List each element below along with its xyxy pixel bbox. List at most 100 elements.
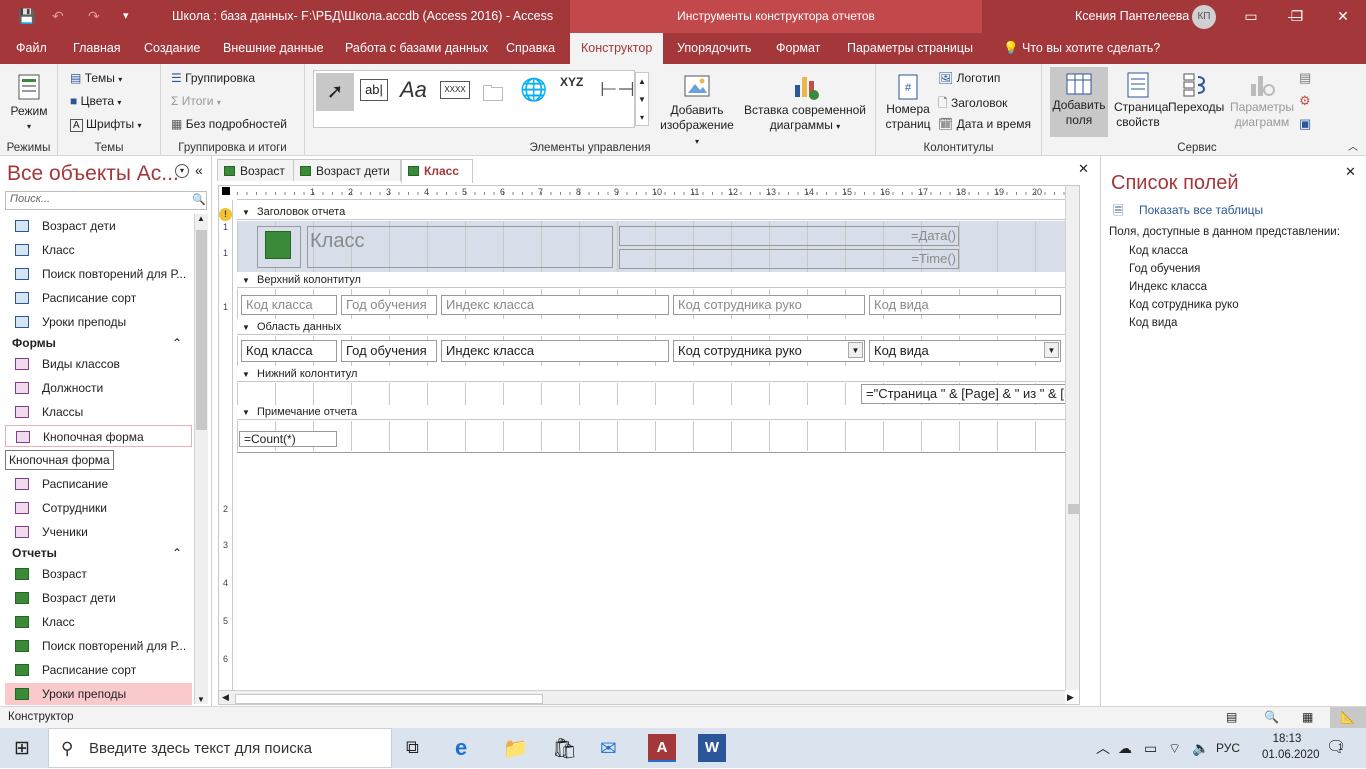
title-button[interactable]: 🗋 Заголовок — [938, 94, 1007, 115]
windows-start-icon[interactable]: ⊞ — [14, 737, 30, 760]
close-document-icon[interactable]: ✕ — [1078, 161, 1089, 177]
design-view-icon[interactable]: 📐 — [1330, 707, 1366, 728]
label-kod-klassa[interactable]: Код класса — [241, 295, 337, 315]
task-view-icon[interactable]: ⧉ — [406, 737, 419, 758]
hyperlink-control-icon[interactable]: 🌐 — [520, 77, 547, 103]
tab-database-tools[interactable]: Работа с базами данных — [337, 33, 496, 64]
section-detail[interactable]: Область данных — [237, 320, 1079, 335]
taskbar-search-input[interactable]: ⚲ Введите здесь текст для поиска — [48, 728, 392, 768]
nav-search-input[interactable]: Поиск... — [5, 191, 207, 210]
redo-icon[interactable]: ↷ — [88, 0, 100, 33]
nav-scrollbar[interactable]: ▲ ▼ — [194, 214, 208, 704]
avatar[interactable]: КП — [1192, 5, 1216, 29]
field-god-obucheniya[interactable]: Год обучения — [341, 340, 437, 362]
clock[interactable]: 18:13 01.06.2020 — [1262, 731, 1320, 763]
tab-help[interactable]: Справка — [498, 33, 563, 64]
section-report-footer[interactable]: Примечание отчета — [237, 405, 1079, 420]
list-item[interactable]: Год обучения — [1129, 263, 1200, 275]
design-h-scrollbar[interactable]: ◀ ▶ — [219, 690, 1074, 704]
section-page-footer[interactable]: Нижний колонтитул — [237, 367, 1079, 382]
count-field[interactable]: =Count(*) — [239, 431, 337, 447]
scroll-thumb[interactable] — [196, 230, 207, 430]
modern-chart-button[interactable]: Вставка современной диаграммы ▾ — [743, 71, 867, 134]
textbox-control-icon[interactable]: ab| — [360, 79, 388, 101]
collapse-ribbon-icon[interactable]: ︿ — [1348, 138, 1358, 153]
nav-pane-title[interactable]: Все объекты Ac... — [7, 162, 179, 186]
tab-external-data[interactable]: Внешние данные — [215, 33, 332, 64]
group-sort-button[interactable]: ☰ Группировка — [171, 71, 255, 85]
web-browser-control-icon[interactable]: XYZ — [560, 75, 583, 89]
tab-control-icon[interactable]: 🗀 — [482, 77, 504, 115]
scroll-down-icon[interactable]: ▼ — [197, 695, 205, 704]
list-item[interactable]: Кнопочная форма — [5, 425, 192, 447]
shutter-bar-icon[interactable]: « — [195, 162, 203, 178]
report-title[interactable]: Класс — [307, 226, 613, 268]
list-item[interactable]: Код сотрудника руко — [1129, 299, 1239, 311]
label-control-icon[interactable]: Aa — [400, 77, 427, 103]
tell-me-search[interactable]: Что вы хотите сделать? — [1014, 33, 1168, 64]
list-item[interactable]: Уроки преподы — [5, 311, 192, 333]
subform-icon[interactable]: ▤ — [1299, 70, 1311, 86]
tab-home[interactable]: Главная — [65, 33, 129, 64]
list-item[interactable]: Классы — [5, 401, 192, 423]
combo-kod-sotrudnika[interactable]: Код сотрудника руко ▼ — [673, 340, 865, 362]
nav-menu-icon[interactable]: ▾ — [175, 164, 189, 178]
volume-icon[interactable]: 🔈 — [1192, 728, 1209, 768]
print-preview-icon[interactable]: 🔍 — [1264, 707, 1279, 727]
tab-page-setup[interactable]: Параметры страницы — [839, 33, 981, 64]
tab-design[interactable]: Конструктор — [570, 33, 664, 64]
word-app-icon[interactable]: W — [698, 734, 726, 762]
view-button[interactable]: Режим ▾ — [9, 72, 49, 132]
list-item[interactable]: Расписание сорт — [5, 287, 192, 309]
save-icon[interactable]: 💾 — [18, 0, 35, 33]
gallery-scroll-icon[interactable]: ▲ ▼ ▾ — [635, 72, 649, 126]
tab-order-button[interactable]: Переходы — [1168, 72, 1224, 114]
list-item[interactable]: Поиск повторений для Р... — [5, 263, 192, 285]
restore-icon[interactable]: ❐ — [1274, 0, 1320, 33]
warning-icon[interactable]: ! — [219, 208, 232, 221]
doc-tab-klass[interactable]: Класс — [401, 159, 473, 183]
add-image-button[interactable]: Добавить изображение ▾ — [657, 71, 737, 149]
list-item[interactable]: Уроки преподы — [5, 683, 192, 705]
scroll-up-icon[interactable]: ▲ — [197, 214, 205, 223]
report-selector[interactable] — [222, 187, 230, 195]
field-kod-klassa[interactable]: Код класса — [241, 340, 337, 362]
label-kod-vida[interactable]: Код вида — [869, 295, 1061, 315]
hide-details-button[interactable]: ▦ Без подробностей — [171, 117, 287, 131]
list-item[interactable]: Возраст дети — [5, 587, 192, 609]
scroll-left-icon[interactable]: ◀ — [222, 692, 229, 703]
time-field[interactable]: =Time() — [619, 249, 959, 269]
close-icon[interactable]: ✕ — [1320, 0, 1366, 33]
notifications-icon[interactable]: 🗨 — [1326, 728, 1346, 768]
section-report-header[interactable]: Заголовок отчета — [237, 205, 1079, 220]
colors-button[interactable]: ■ Цвета ▾ — [70, 94, 121, 108]
list-item[interactable]: Должности — [5, 377, 192, 399]
nav-section-reports[interactable]: Отчеты ⌃ — [12, 546, 182, 560]
page-numbers-button[interactable]: # Номера страниц — [884, 74, 932, 132]
date-field[interactable]: =Дата() — [619, 226, 959, 246]
list-item[interactable]: Возраст — [5, 563, 192, 585]
show-all-tables-link[interactable]: Показать все таблицы — [1139, 203, 1263, 217]
date-time-button[interactable]: 🗓 Дата и время — [938, 117, 1031, 131]
list-item[interactable]: Индекс класса — [1129, 281, 1207, 293]
field-indeks-klassa[interactable]: Индекс класса — [441, 340, 669, 362]
tab-arrange[interactable]: Упорядочить — [669, 33, 759, 64]
combo-kod-vida[interactable]: Код вида ▼ — [869, 340, 1061, 362]
ribbon-display-options-icon[interactable]: ▭ — [1228, 0, 1274, 33]
user-name[interactable]: Ксения Пантелеева — [1075, 0, 1189, 33]
list-item[interactable]: Возраст дети — [5, 215, 192, 237]
label-indeks-klassa[interactable]: Индекс класса — [441, 295, 669, 315]
list-item[interactable]: Класс — [5, 239, 192, 261]
label-kod-sotrudnika[interactable]: Код сотрудника руко — [673, 295, 865, 315]
page-break-control-icon[interactable]: ⊢⊣ — [600, 77, 635, 102]
doc-tab-vozrast-deti[interactable]: Возраст дети — [293, 159, 401, 181]
access-app-icon[interactable]: A — [648, 734, 676, 762]
list-item[interactable]: Код класса — [1129, 245, 1188, 257]
close-icon[interactable]: ✕ — [1345, 164, 1356, 180]
language-indicator[interactable]: РУС — [1216, 728, 1240, 768]
select-pointer-icon[interactable]: ➚ — [316, 73, 354, 111]
list-item[interactable]: Поиск повторений для Р... — [5, 635, 192, 657]
edge-icon[interactable]: e — [455, 735, 467, 761]
themes-button[interactable]: ▤ Темы ▾ — [70, 71, 122, 85]
fonts-button[interactable]: A Шрифты ▾ — [70, 117, 141, 132]
